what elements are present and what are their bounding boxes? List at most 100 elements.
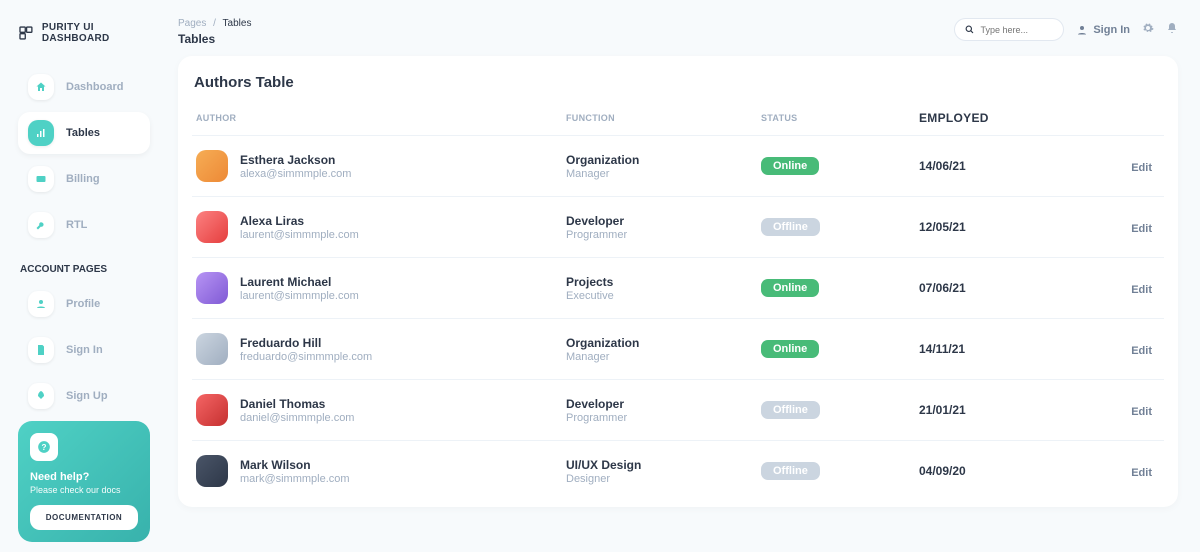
search-box[interactable] [954,18,1064,41]
employed-date: 14/06/21 [919,159,1079,173]
brand-name: PURITY UI DASHBOARD [42,22,150,44]
topbar: Pages / Tables Tables Sign In [178,18,1178,46]
help-subtitle: Please check our docs [30,485,138,495]
help-icon: ? [30,433,58,461]
function-title: UI/UX Design [566,458,761,472]
sidebar-item-signup[interactable]: Sign Up [18,375,150,417]
brand[interactable]: PURITY UI DASHBOARD [18,22,150,44]
status-badge: Online [761,340,819,358]
author-name: Laurent Michael [240,275,359,289]
status-badge: Online [761,279,819,297]
function-subtitle: Manager [566,351,761,363]
avatar [196,333,228,365]
person-icon [1076,24,1088,36]
status-badge: Offline [761,218,820,236]
status-badge: Online [761,157,819,175]
function-title: Developer [566,397,761,411]
function-title: Projects [566,275,761,289]
sidebar-item-label: Dashboard [66,81,123,93]
home-icon [28,74,54,100]
edit-button[interactable]: Edit [1131,345,1152,357]
function-subtitle: Designer [566,473,761,485]
help-title: Need help? [30,471,138,483]
author-email: alexa@simmmple.com [240,168,351,180]
search-icon [965,24,974,35]
search-input[interactable] [980,25,1053,35]
sidebar-item-rtl[interactable]: RTL [18,204,150,246]
help-card: ? Need help? Please check our docs DOCUM… [18,421,150,542]
gear-icon [1142,22,1154,34]
breadcrumb-sep: / [213,18,216,29]
breadcrumb-current: Tables [223,18,252,29]
author-name: Mark Wilson [240,458,350,472]
function-title: Organization [566,153,761,167]
table-title: Authors Table [194,74,1164,91]
edit-button[interactable]: Edit [1131,284,1152,296]
sidebar-section-label: ACCOUNT PAGES [20,264,150,275]
function-title: Developer [566,214,761,228]
notifications-button[interactable] [1166,22,1178,37]
sidebar-item-label: Tables [66,127,100,139]
author-email: mark@simmmple.com [240,473,350,485]
author-email: laurent@simmmple.com [240,229,359,241]
author-email: daniel@simmmple.com [240,412,354,424]
page-title: Tables [178,32,251,46]
author-name: Freduardo Hill [240,336,372,350]
author-name: Esthera Jackson [240,153,351,167]
th-function: FUNCTION [566,113,761,123]
main-content: Pages / Tables Tables Sign In [160,0,1200,552]
table-row: Mark Wilsonmark@simmmple.com UI/UX Design… [192,441,1164,501]
table-row: Freduardo Hillfreduardo@simmmple.com Orga… [192,319,1164,380]
table-row: Esthera Jacksonalexa@simmmple.com Organiz… [192,136,1164,197]
bell-icon [1166,22,1178,34]
function-subtitle: Manager [566,168,761,180]
svg-text:?: ? [42,443,47,452]
avatar [196,455,228,487]
author-email: freduardo@simmmple.com [240,351,372,363]
signin-label: Sign In [1093,24,1130,36]
table-row: Daniel Thomasdaniel@simmmple.com Develope… [192,380,1164,441]
table-header: AUTHOR FUNCTION STATUS EMPLOYED [192,105,1164,136]
person-icon [28,291,54,317]
stats-icon [28,120,54,146]
sidebar-item-billing[interactable]: Billing [18,158,150,200]
sidebar-item-label: Profile [66,298,100,310]
brand-logo-icon [18,24,34,42]
employed-date: 14/11/21 [919,342,1079,356]
signin-button[interactable]: Sign In [1076,24,1130,36]
wrench-icon [28,212,54,238]
sidebar-item-dashboard[interactable]: Dashboard [18,66,150,108]
author-name: Alexa Liras [240,214,359,228]
function-subtitle: Programmer [566,229,761,241]
avatar [196,150,228,182]
employed-date: 21/01/21 [919,403,1079,417]
edit-button[interactable]: Edit [1131,223,1152,235]
avatar [196,211,228,243]
sidebar-item-label: Billing [66,173,100,185]
sidebar-item-signin[interactable]: Sign In [18,329,150,371]
sidebar-item-tables[interactable]: Tables [18,112,150,154]
th-employed: EMPLOYED [919,111,1079,125]
settings-button[interactable] [1142,22,1154,37]
edit-button[interactable]: Edit [1131,406,1152,418]
th-status: STATUS [761,113,919,123]
card-icon [28,166,54,192]
breadcrumb: Pages / Tables [178,18,251,29]
table-row: Laurent Michaellaurent@simmmple.comProje… [192,258,1164,319]
breadcrumb-root[interactable]: Pages [178,18,206,29]
author-name: Daniel Thomas [240,397,354,411]
function-subtitle: Executive [566,290,761,302]
edit-button[interactable]: Edit [1131,467,1152,479]
th-author: AUTHOR [196,113,566,123]
sidebar: PURITY UI DASHBOARD Dashboard Tables Bil… [0,0,160,552]
employed-date: 12/05/21 [919,220,1079,234]
avatar [196,394,228,426]
function-title: Organization [566,336,761,350]
document-icon [28,337,54,363]
authors-table-card: Authors Table AUTHOR FUNCTION STATUS EMP… [178,56,1178,507]
sidebar-item-profile[interactable]: Profile [18,283,150,325]
function-subtitle: Programmer [566,412,761,424]
edit-button[interactable]: Edit [1131,162,1152,174]
documentation-button[interactable]: DOCUMENTATION [30,505,138,530]
avatar [196,272,228,304]
